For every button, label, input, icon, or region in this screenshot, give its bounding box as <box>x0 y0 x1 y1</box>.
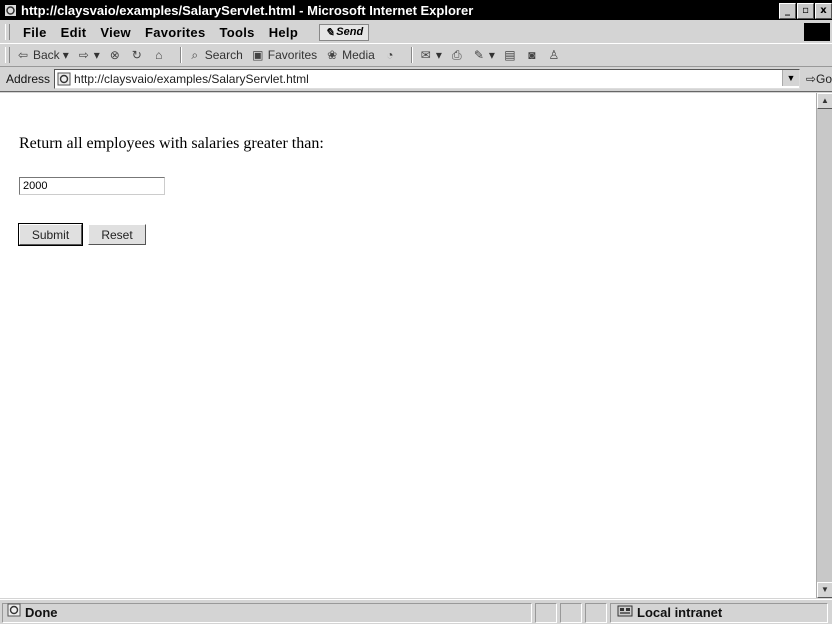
menu-view[interactable]: View <box>93 25 138 40</box>
zone-label: Local intranet <box>637 605 723 620</box>
edit-dropdown-icon: ▾ <box>488 48 495 62</box>
status-pane-empty <box>585 602 607 623</box>
scroll-down-icon[interactable]: ▼ <box>817 582 832 598</box>
history-icon: ◔ <box>386 48 394 62</box>
research-button[interactable]: ◙ <box>525 48 539 62</box>
print-button[interactable]: ⎙ <box>450 48 464 62</box>
menu-grip <box>5 24 10 40</box>
forward-dropdown-icon: ▾ <box>93 48 100 62</box>
status-bar: Done Local intranet <box>0 599 832 624</box>
send-label: Send <box>336 26 364 38</box>
stop-button[interactable]: ⊗ <box>108 48 122 62</box>
edit-button[interactable]: ✎ ▾ <box>472 48 495 62</box>
go-label: Go <box>815 72 832 86</box>
print-icon: ⎙ <box>452 48 462 62</box>
address-label: Address <box>6 72 51 86</box>
forward-button[interactable]: ⇨ ▾ <box>77 48 100 62</box>
intranet-icon <box>617 604 633 621</box>
send-button[interactable]: ✎ Send <box>319 23 370 41</box>
address-input[interactable]: http://claysvaio/examples/SalaryServlet.… <box>54 69 800 89</box>
edit-icon: ✎ <box>473 48 484 62</box>
mail-icon: ✉ <box>420 48 431 62</box>
browser-window: http://claysvaio/examples/SalaryServlet.… <box>0 0 832 624</box>
status-pane-empty <box>560 602 582 623</box>
address-bar: Address http://claysvaio/examples/Salary… <box>0 67 832 92</box>
mail-dropdown-icon: ▾ <box>435 48 442 62</box>
search-button[interactable]: ⌕ Search <box>188 48 243 62</box>
window-controls: _ ▫ x <box>779 3 832 19</box>
menu-tools[interactable]: Tools <box>212 25 261 40</box>
home-button[interactable]: ⌂ <box>152 48 166 62</box>
standard-toolbar: ⇦ Back ▾ ⇨ ▾ ⊗ ↻ ⌂ ⌕ Search ▣ Favorites … <box>0 44 832 67</box>
forward-arrow-icon: ⇨ <box>78 48 89 62</box>
favorites-icon: ▣ <box>252 48 264 62</box>
status-text: Done <box>25 605 58 620</box>
address-dropdown-icon[interactable]: ▼ <box>781 70 799 86</box>
media-label: Media <box>342 48 375 62</box>
scroll-up-icon[interactable]: ▲ <box>817 93 832 109</box>
research-icon: ◙ <box>528 48 536 62</box>
search-icon: ⌕ <box>191 48 199 62</box>
window-title: http://claysvaio/examples/SalaryServlet.… <box>21 2 474 18</box>
status-main-pane: Done <box>2 602 532 623</box>
send-icon: ✎ <box>325 26 335 39</box>
ie-throbber-icon <box>804 23 830 41</box>
discuss-button[interactable]: ▤ <box>503 48 517 62</box>
salary-prompt: Return all employees with salaries great… <box>19 135 324 152</box>
page-icon <box>57 72 71 86</box>
reset-button[interactable]: Reset <box>88 224 146 245</box>
toolbar-separator <box>410 47 413 63</box>
history-button[interactable]: ◔ <box>383 48 397 62</box>
go-arrow-icon: ⇨ <box>805 72 816 86</box>
toolbar-grip <box>5 47 10 63</box>
back-button[interactable]: ⇦ Back ▾ <box>16 48 69 62</box>
title-bar: http://claysvaio/examples/SalaryServlet.… <box>0 0 832 20</box>
media-icon: ❀ <box>327 48 338 62</box>
menu-help[interactable]: Help <box>262 25 305 40</box>
address-url: http://claysvaio/examples/SalaryServlet.… <box>74 72 309 86</box>
back-label: Back <box>33 48 60 62</box>
menu-file[interactable]: File <box>16 25 54 40</box>
menu-bar: File Edit View Favorites Tools Help ✎ Se… <box>0 21 832 44</box>
toolbar-separator <box>179 47 182 63</box>
back-arrow-icon: ⇦ <box>17 48 29 62</box>
go-button[interactable]: ⇨Go <box>806 72 832 86</box>
messenger-icon: ♙ <box>548 48 560 62</box>
minimize-button[interactable]: _ <box>779 3 796 19</box>
back-dropdown-icon: ▾ <box>62 48 69 62</box>
close-button[interactable]: x <box>815 3 832 19</box>
discuss-icon: ▤ <box>504 48 516 62</box>
refresh-icon: ↻ <box>131 48 142 62</box>
ie-page-icon <box>3 3 17 17</box>
restore-button[interactable]: ▫ <box>797 3 814 19</box>
salary-input[interactable] <box>19 177 165 195</box>
security-zone-pane: Local intranet <box>610 602 828 623</box>
page-content: Return all employees with salaries great… <box>0 93 816 598</box>
mail-button[interactable]: ✉ ▾ <box>419 48 442 62</box>
vertical-scrollbar[interactable]: ▲ ▼ <box>816 93 832 598</box>
status-pane-empty <box>535 602 557 623</box>
stop-icon: ⊗ <box>109 48 120 62</box>
favorites-button[interactable]: ▣ Favorites <box>251 48 317 62</box>
messenger-button[interactable]: ♙ <box>547 48 561 62</box>
refresh-button[interactable]: ↻ <box>130 48 144 62</box>
submit-button[interactable]: Submit <box>18 223 83 246</box>
favorites-label: Favorites <box>267 48 318 62</box>
done-page-icon <box>7 603 21 622</box>
menu-favorites[interactable]: Favorites <box>138 25 213 40</box>
home-icon: ⌂ <box>155 48 163 62</box>
search-label: Search <box>204 48 243 62</box>
media-button[interactable]: ❀ Media <box>325 48 375 62</box>
menu-edit[interactable]: Edit <box>54 25 94 40</box>
